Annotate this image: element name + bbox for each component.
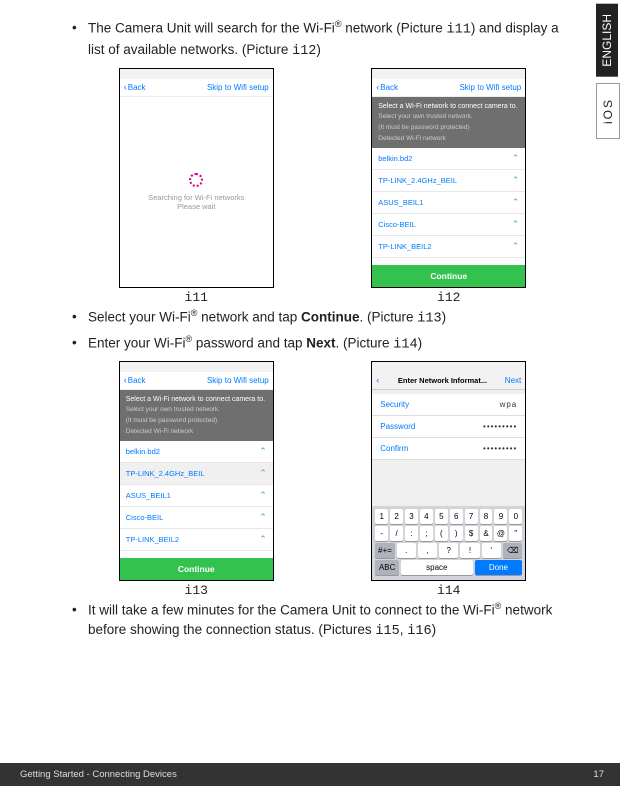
page-content: The Camera Unit will search for the Wi-F… xyxy=(0,0,620,641)
key[interactable]: " xyxy=(509,526,522,541)
chevron-left-icon: ‹ xyxy=(376,82,379,92)
network-list: belkin.bd2⌃ TP-LINK_2.4GHz_BEIL⌃ ASUS_BE… xyxy=(372,148,525,264)
key[interactable]: ? xyxy=(439,543,458,558)
phone-i14: ‹ Enter Network Informat... Next Securit… xyxy=(371,361,526,581)
wifi-icon: ⌃ xyxy=(512,219,520,230)
network-row-selected[interactable]: TP-LINK_2.4GHz_BEIL⌃ xyxy=(120,463,273,485)
key-space[interactable]: space xyxy=(401,560,473,575)
next-button[interactable]: Next xyxy=(505,376,521,385)
network-row[interactable]: belkin.bd2⌃ xyxy=(372,148,525,170)
network-row[interactable]: ASUS_BEIL1⌃ xyxy=(372,192,525,214)
bullet-4: It will take a few minutes for the Camer… xyxy=(70,600,575,642)
back-button[interactable]: ‹Back xyxy=(376,82,398,92)
page-footer: Getting Started - Connecting Devices 17 xyxy=(0,763,620,786)
key[interactable]: 1 xyxy=(375,509,388,524)
phone-i11: ‹Back Skip to Wifi setup Searching for W… xyxy=(119,68,274,288)
security-row[interactable]: Securitywpa xyxy=(372,394,525,416)
wifi-icon: ⌃ xyxy=(259,468,267,479)
spinner-icon xyxy=(189,173,203,187)
key[interactable]: : xyxy=(405,526,418,541)
password-row[interactable]: Password••••••••• xyxy=(372,416,525,438)
tab-language: ENGLISH xyxy=(596,4,618,77)
wifi-icon: ⌃ xyxy=(512,241,520,252)
key[interactable]: 2 xyxy=(390,509,403,524)
tab-os: iOS xyxy=(596,83,620,139)
footer-breadcrumb: Getting Started - Connecting Devices xyxy=(20,769,177,780)
phone-i13: ‹Back Skip to Wifi setup Select a Wi-Fi … xyxy=(119,361,274,581)
key-done[interactable]: Done xyxy=(475,560,523,575)
key[interactable]: ' xyxy=(482,543,501,558)
continue-button[interactable]: Continue xyxy=(372,265,525,287)
figure-label-i14: i14 xyxy=(437,583,460,598)
network-row[interactable]: TP-LINK_2.4GHz_BEIL⌃ xyxy=(372,170,525,192)
key[interactable]: @ xyxy=(494,526,507,541)
keyboard: 1234567890 -/:;()$&@" #+= .,?!' ⌫ ABC sp… xyxy=(372,506,525,580)
skip-link[interactable]: Skip to Wifi setup xyxy=(207,376,269,385)
network-row[interactable]: belkin.bd2⌃ xyxy=(120,441,273,463)
key[interactable]: 5 xyxy=(435,509,448,524)
bullet-2: Select your Wi-Fi® network and tap Conti… xyxy=(70,307,575,329)
key[interactable]: 6 xyxy=(450,509,463,524)
wifi-icon: ⌃ xyxy=(259,490,267,501)
wifi-icon: ⌃ xyxy=(512,197,520,208)
bullet-1: The Camera Unit will search for the Wi-F… xyxy=(70,18,575,62)
back-button[interactable]: ‹Back xyxy=(124,82,146,92)
nav-title: Enter Network Informat... xyxy=(380,376,505,385)
key[interactable]: . xyxy=(397,543,416,558)
page-number: 17 xyxy=(593,769,604,780)
network-row[interactable]: ASUS_BEIL1⌃ xyxy=(120,485,273,507)
figure-label-i13: i13 xyxy=(185,583,208,598)
key-abc[interactable]: ABC xyxy=(375,560,399,575)
key-shift[interactable]: #+= xyxy=(375,543,394,558)
wifi-icon: ⌃ xyxy=(259,446,267,457)
key[interactable]: 4 xyxy=(420,509,433,524)
key[interactable]: & xyxy=(480,526,493,541)
phone-i12: ‹Back Skip to Wifi setup Select a Wi-Fi … xyxy=(371,68,526,288)
key[interactable]: , xyxy=(418,543,437,558)
wifi-icon: ⌃ xyxy=(512,153,520,164)
network-row[interactable]: Cisco-BEIL⌃ xyxy=(372,214,525,236)
wifi-icon: ⌃ xyxy=(259,512,267,523)
network-header: Select a Wi-Fi network to connect camera… xyxy=(372,97,525,149)
please-wait-text: Please wait xyxy=(177,202,215,211)
wifi-icon: ⌃ xyxy=(512,175,520,186)
searching-text: Searching for Wi-Fi networks xyxy=(148,193,244,202)
key[interactable]: - xyxy=(375,526,388,541)
key-backspace[interactable]: ⌫ xyxy=(503,543,522,558)
key[interactable]: ) xyxy=(450,526,463,541)
figure-label-i11: i11 xyxy=(185,290,208,305)
figure-label-i12: i12 xyxy=(437,290,460,305)
key[interactable]: ; xyxy=(420,526,433,541)
network-row[interactable]: Cisco-BEIL⌃ xyxy=(120,507,273,529)
back-button[interactable]: ‹Back xyxy=(124,375,146,385)
continue-button[interactable]: Continue xyxy=(120,558,273,580)
key[interactable]: 8 xyxy=(480,509,493,524)
chevron-left-icon: ‹ xyxy=(124,375,127,385)
side-tabs: ENGLISH iOS xyxy=(596,4,620,139)
network-row[interactable]: TP-LINK_BEIL2⌃ xyxy=(372,236,525,258)
chevron-left-icon: ‹ xyxy=(124,82,127,92)
key[interactable]: 0 xyxy=(509,509,522,524)
key[interactable]: ( xyxy=(435,526,448,541)
skip-link[interactable]: Skip to Wifi setup xyxy=(207,83,269,92)
chevron-left-icon: ‹ xyxy=(376,375,379,385)
key[interactable]: $ xyxy=(465,526,478,541)
wifi-icon: ⌃ xyxy=(259,534,267,545)
key[interactable]: / xyxy=(390,526,403,541)
bullet-3: Enter your Wi-Fi® password and tap Next.… xyxy=(70,333,575,355)
figure-i12: ‹Back Skip to Wifi setup Select a Wi-Fi … xyxy=(371,68,526,305)
figure-i11: ‹Back Skip to Wifi setup Searching for W… xyxy=(119,68,274,305)
key[interactable]: 7 xyxy=(465,509,478,524)
network-header: Select a Wi-Fi network to connect camera… xyxy=(120,390,273,442)
skip-link[interactable]: Skip to Wifi setup xyxy=(459,83,521,92)
figure-i14: ‹ Enter Network Informat... Next Securit… xyxy=(371,361,526,598)
network-row[interactable]: TP-LINK_BEIL2⌃ xyxy=(120,529,273,551)
key[interactable]: 9 xyxy=(494,509,507,524)
key[interactable]: 3 xyxy=(405,509,418,524)
key[interactable]: ! xyxy=(460,543,479,558)
network-list: belkin.bd2⌃ TP-LINK_2.4GHz_BEIL⌃ ASUS_BE… xyxy=(120,441,273,557)
figure-i13: ‹Back Skip to Wifi setup Select a Wi-Fi … xyxy=(119,361,274,598)
confirm-row[interactable]: Confirm••••••••• xyxy=(372,438,525,460)
